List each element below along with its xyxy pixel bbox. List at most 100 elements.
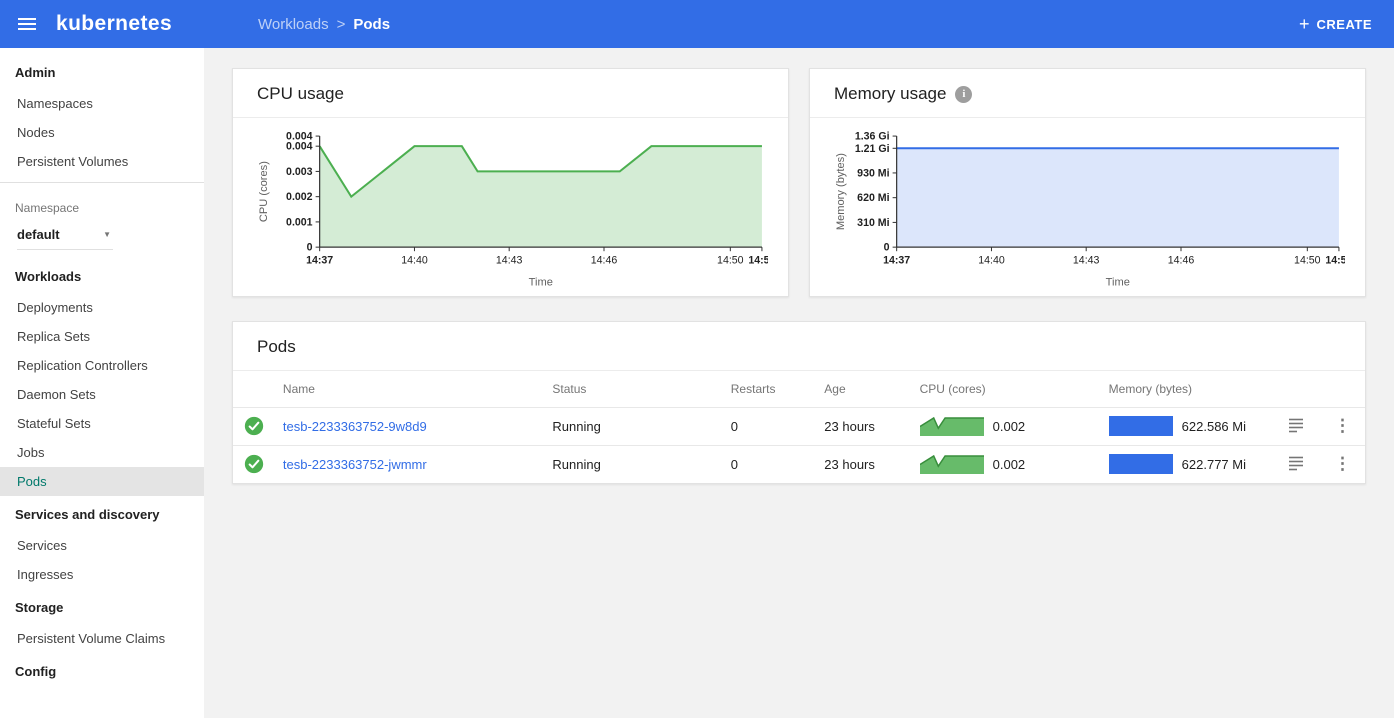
menu-icon[interactable]: [18, 18, 36, 30]
column-header-memory[interactable]: Memory (bytes): [1101, 371, 1272, 408]
svg-text:14:40: 14:40: [978, 254, 1005, 266]
sidebar-item-deployments[interactable]: Deployments: [0, 293, 204, 322]
sidebar-item-stateful-sets[interactable]: Stateful Sets: [0, 409, 204, 438]
pod-restarts: 0: [723, 407, 817, 445]
namespace-select[interactable]: default ▼: [17, 221, 113, 250]
sidebar-section-storage: Storage: [0, 589, 204, 624]
sidebar-item-nodes[interactable]: Nodes: [0, 118, 204, 147]
namespace-label: Namespace: [0, 189, 204, 217]
kebab-menu-icon[interactable]: ⋮: [1328, 416, 1357, 435]
chevron-down-icon: ▼: [103, 230, 111, 239]
sidebar-item-namespaces[interactable]: Namespaces: [0, 89, 204, 118]
sidebar-section-services-and-discovery: Services and discovery: [0, 496, 204, 531]
kebab-menu-icon[interactable]: ⋮: [1328, 454, 1357, 473]
svg-text:14:46: 14:46: [1168, 254, 1195, 266]
sidebar-divider: [0, 182, 204, 183]
breadcrumb-separator-icon: >: [337, 16, 346, 33]
svg-text:620 Mi: 620 Mi: [857, 192, 889, 204]
cpu-usage-card: CPU usage 0.0040.0040.0030.0020.001014:3…: [232, 68, 789, 297]
svg-text:0: 0: [884, 242, 890, 254]
svg-text:0.003: 0.003: [286, 166, 313, 178]
plus-icon: +: [1299, 15, 1310, 33]
svg-text:14:40: 14:40: [401, 254, 428, 266]
memory-bar: [1109, 454, 1173, 474]
svg-text:Memory (bytes): Memory (bytes): [835, 153, 847, 230]
column-header-cpu[interactable]: CPU (cores): [912, 371, 1101, 408]
svg-text:1.36 Gi: 1.36 Gi: [855, 131, 890, 143]
breadcrumb: Workloads > Pods: [258, 16, 390, 33]
table-header-row: Name Status Restarts Age CPU (cores) Mem…: [233, 371, 1365, 408]
pods-table: Name Status Restarts Age CPU (cores) Mem…: [233, 371, 1365, 483]
column-header-status[interactable]: Status: [544, 371, 722, 408]
sidebar-item-jobs[interactable]: Jobs: [0, 438, 204, 467]
main-content: CPU usage 0.0040.0040.0030.0020.001014:3…: [204, 48, 1394, 718]
pod-restarts: 0: [723, 445, 817, 483]
pods-card: Pods Name Status Restarts Age CPU (cores…: [232, 321, 1366, 484]
sidebar-item-replica-sets[interactable]: Replica Sets: [0, 322, 204, 351]
svg-text:14:46: 14:46: [591, 254, 618, 266]
table-row: tesb-2233363752-9w8d9 Running 0 23 hours…: [233, 407, 1365, 445]
sidebar-item-persistent-volumes[interactable]: Persistent Volumes: [0, 147, 204, 176]
topbar-brand-area: kubernetes: [0, 12, 232, 36]
logs-icon[interactable]: [1287, 454, 1305, 472]
sidebar-item-services[interactable]: Services: [0, 531, 204, 560]
sidebar-section-workloads: Workloads: [0, 258, 204, 293]
cpu-sparkline: [920, 416, 984, 436]
charts-row: CPU usage 0.0040.0040.0030.0020.001014:3…: [232, 68, 1366, 297]
svg-text:0.002: 0.002: [286, 191, 313, 203]
column-header-logs: [1272, 371, 1320, 408]
pod-age: 23 hours: [816, 445, 911, 483]
memory-usage-title: Memory usage: [834, 84, 946, 104]
cpu-value: 0.002: [993, 457, 1026, 472]
svg-text:310 Mi: 310 Mi: [857, 217, 889, 229]
sidebar-item-replication-controllers[interactable]: Replication Controllers: [0, 351, 204, 380]
logs-icon[interactable]: [1287, 416, 1305, 434]
sidebar-item-pods[interactable]: Pods: [0, 467, 204, 496]
create-button-label: CREATE: [1317, 17, 1372, 32]
memory-usage-chart: 1.36 Gi1.21 Gi 930 Mi 620 Mi 310 Mi 014:37 14…: [830, 128, 1345, 290]
breadcrumb-current: Pods: [353, 16, 390, 33]
pod-status: Running: [544, 407, 722, 445]
pod-name-link[interactable]: tesb-2233363752-9w8d9: [283, 419, 427, 434]
sidebar-item-persistent-volume-claims[interactable]: Persistent Volume Claims: [0, 624, 204, 653]
svg-text:0: 0: [307, 242, 313, 254]
pod-age: 23 hours: [816, 407, 911, 445]
svg-text:Time: Time: [529, 277, 553, 289]
cpu-usage-chart-area: 0.0040.0040.0030.0020.001014:3714:4014:4…: [233, 118, 788, 296]
cpu-value: 0.002: [993, 419, 1026, 434]
column-header-status-icon: [233, 371, 275, 408]
column-header-actions: [1320, 371, 1365, 408]
brand-logo[interactable]: kubernetes: [56, 12, 172, 36]
svg-text:14:37: 14:37: [306, 254, 333, 266]
sidebar-item-daemon-sets[interactable]: Daemon Sets: [0, 380, 204, 409]
column-header-age[interactable]: Age: [816, 371, 911, 408]
cpu-sparkline: [920, 454, 984, 474]
status-ok-icon: [244, 454, 264, 474]
svg-text:930 Mi: 930 Mi: [857, 167, 889, 179]
sidebar-item-ingresses[interactable]: Ingresses: [0, 560, 204, 589]
cpu-usage-title: CPU usage: [257, 84, 344, 104]
column-header-restarts[interactable]: Restarts: [723, 371, 817, 408]
pod-status: Running: [544, 445, 722, 483]
svg-text:0.001: 0.001: [286, 216, 313, 228]
memory-bar: [1109, 416, 1173, 436]
svg-text:0.004: 0.004: [286, 141, 313, 153]
create-button[interactable]: + CREATE: [1299, 15, 1372, 33]
cpu-usage-chart: 0.0040.0040.0030.0020.001014:3714:4014:4…: [253, 128, 768, 290]
svg-text:14:51: 14:51: [748, 254, 768, 266]
sidebar-section-admin: Admin: [0, 54, 204, 89]
svg-text:14:50: 14:50: [1294, 254, 1321, 266]
svg-text:14:43: 14:43: [496, 254, 523, 266]
svg-text:14:37: 14:37: [883, 254, 910, 266]
topbar: kubernetes Workloads > Pods + CREATE: [0, 0, 1394, 48]
svg-text:1.21 Gi: 1.21 Gi: [855, 143, 890, 155]
memory-usage-card: Memory usage i 1.36 Gi1.21 Gi 930 Mi 620 M…: [809, 68, 1366, 297]
memory-value: 622.586 Mi: [1182, 419, 1246, 434]
memory-usage-chart-area: 1.36 Gi1.21 Gi 930 Mi 620 Mi 310 Mi 014:37 14…: [810, 118, 1365, 296]
pod-name-link[interactable]: tesb-2233363752-jwmmr: [283, 457, 427, 472]
breadcrumb-parent[interactable]: Workloads: [258, 16, 329, 33]
column-header-name[interactable]: Name: [275, 371, 544, 408]
sidebar-section-config: Config: [0, 653, 204, 688]
info-icon[interactable]: i: [955, 86, 972, 103]
svg-text:Time: Time: [1106, 277, 1130, 289]
